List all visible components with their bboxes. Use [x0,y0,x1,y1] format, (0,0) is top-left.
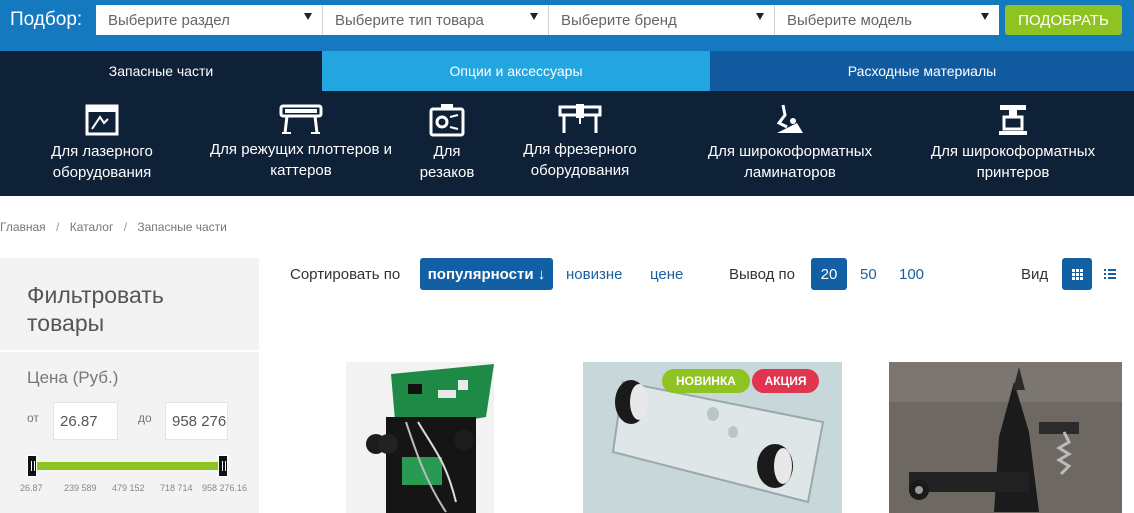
price-tick: 239 589 [64,483,97,493]
sort-label: Сортировать по [290,266,401,283]
brand-select[interactable]: Выберите бренд [549,5,775,35]
price-tick: 479 152 [112,483,145,493]
category-plotters[interactable]: Для режущих плоттеров и каттеров [205,91,397,196]
product-image[interactable] [346,362,494,513]
category-milling-line1: Для фрезерного [523,141,637,158]
category-milling-line2: оборудования [530,162,630,179]
price-tick: 958 276.16 [202,483,248,493]
filter-title-line2: товары [27,310,105,336]
model-select[interactable]: Выберите модель [775,5,999,35]
category-strip: Для лазерного оборудования Для режущих п… [0,91,1134,196]
laminator-icon [776,104,803,133]
pick-button[interactable]: ПОДОБРАТЬ [1005,5,1122,35]
product-image[interactable] [889,362,1122,513]
breadcrumb-catalog[interactable]: Каталог [70,220,114,234]
category-plotters-line1: Для режущих плоттеров и [210,141,392,158]
price-from-input[interactable]: 26.87 [53,402,118,440]
product-type-select-value: Выберите тип товара [335,12,484,29]
price-slider-max-handle[interactable] [218,455,228,477]
category-plotters-line2: каттеров [270,162,332,179]
category-printers-line2: принтеров [976,164,1050,181]
price-slider-min-handle[interactable] [27,455,37,477]
filter-divider [0,350,259,352]
grid-view-button[interactable] [1062,258,1092,290]
breadcrumb-separator: / [123,220,128,234]
tab-options-accessories[interactable]: Опции и аксессуары [322,51,710,91]
category-cutters[interactable]: Для резаков [412,91,482,196]
per-page-50-link[interactable]: 50 [860,266,877,283]
price-tick: 26.87 [20,483,43,493]
section-select[interactable]: Выберите раздел [96,5,323,35]
category-laser[interactable]: Для лазерного оборудования [30,91,174,196]
price-from-label: от [27,411,39,425]
filter-sidebar: Фильтровать товары Цена (Руб.) от 26.87 … [0,258,259,513]
breadcrumb: Главная / Каталог / Запасные части [0,220,234,234]
price-to-input[interactable]: 958 276 [165,402,228,440]
breadcrumb-separator: / [56,220,60,234]
category-laser-line2: оборудования [52,164,152,181]
per-page-20-button[interactable]: 20 [811,258,847,290]
section-select-value: Выберите раздел [108,12,230,29]
sort-newest-link[interactable]: новизне [566,266,622,283]
milling-machine-icon [558,104,602,133]
laser-machine-icon [85,104,119,136]
category-laminators-line1: Для широкоформатных [707,143,873,160]
tab-consumables[interactable]: Расходные материалы [710,51,1134,91]
price-slider-track[interactable] [33,462,224,470]
category-printers-line1: Для широкоформатных [930,143,1096,160]
category-milling[interactable]: Для фрезерного оборудования [515,91,645,196]
cutter-icon [429,104,465,137]
selector-label: Подбор: [10,9,83,30]
sort-price-link[interactable]: цене [650,266,683,283]
list-view-button[interactable] [1104,268,1116,280]
chevron-down-icon [530,13,538,20]
selector-bar: Подбор: Выберите раздел Выберите тип тов… [0,0,1134,51]
breadcrumb-current: Запасные части [137,220,227,234]
sort-popularity-button[interactable]: популярности ↓ [420,258,553,290]
wide-printer-icon [999,105,1027,135]
price-to-label: до [138,411,152,425]
category-printers[interactable]: Для широкоформатных принтеров [922,91,1104,196]
per-page-label: Вывод по [729,266,795,283]
category-cutters-line1: Для [433,143,461,160]
category-tabs: Запасные части Опции и аксессуары Расход… [0,51,1134,91]
price-filter-title: Цена (Руб.) [27,368,119,387]
circuit-board-image [346,362,494,513]
brand-select-value: Выберите бренд [561,12,677,29]
new-badge: НОВИНКА [662,369,750,393]
category-cutters-line2: резаков [419,164,475,181]
sale-badge: АКЦИЯ [752,369,819,393]
chevron-down-icon [981,13,989,20]
chevron-down-icon [304,13,312,20]
model-select-value: Выберите модель [787,12,912,29]
product-type-select[interactable]: Выберите тип товара [323,5,549,35]
category-laser-line1: Для лазерного [51,143,153,160]
blade-holder-image [889,362,1122,513]
view-label: Вид [1021,266,1049,283]
plotter-icon [279,104,323,134]
category-laminators-line2: ламинаторов [744,164,836,181]
category-laminators[interactable]: Для широкоформатных ламинаторов [700,91,880,196]
tab-spare-parts[interactable]: Запасные части [0,51,322,91]
price-tick: 718 714 [160,483,193,493]
filter-title: Фильтровать товары [27,281,164,337]
breadcrumb-home[interactable]: Главная [0,220,46,234]
per-page-100-link[interactable]: 100 [899,266,924,283]
filter-title-line1: Фильтровать [27,282,164,308]
chevron-down-icon [756,13,764,20]
